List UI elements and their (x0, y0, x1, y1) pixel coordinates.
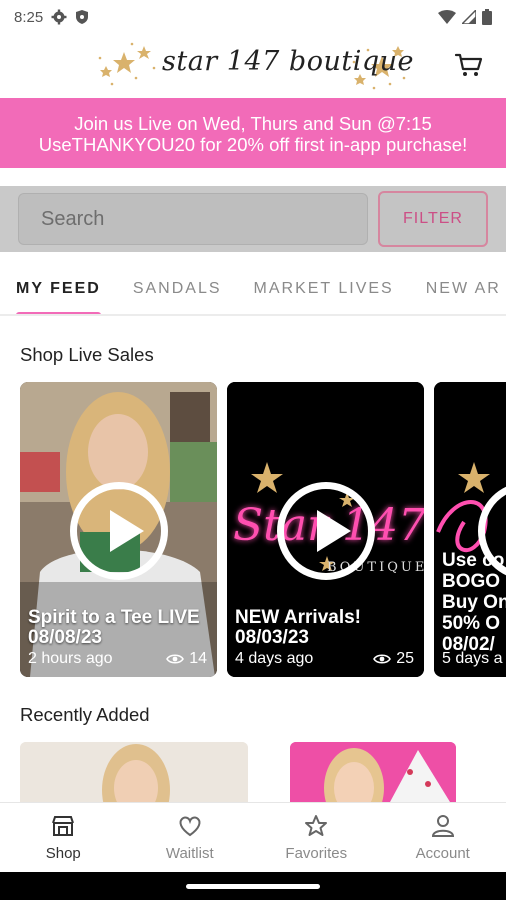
system-gesture-bar (0, 872, 506, 900)
live-card[interactable]: Spirit to a Tee LIVE 08/08/23 2 hours ag… (20, 382, 217, 677)
product-image (20, 742, 248, 802)
live-sales-heading: Shop Live Sales (20, 344, 154, 365)
home-gesture-handle[interactable] (186, 884, 320, 889)
search-input[interactable] (18, 193, 368, 245)
product-image (290, 742, 456, 802)
category-tabs: MY FEED SANDALS MARKET LIVES NEW AR (0, 262, 506, 316)
live-card[interactable]: Use co BOGO Buy On 50% O 08/02/ 5 days a (434, 382, 506, 677)
app-screen: 8:25 star 147 boutique Join us Live on W… (0, 0, 506, 900)
tab-market-lives[interactable]: MARKET LIVES (238, 262, 410, 314)
person-icon (431, 815, 454, 837)
eye-icon (373, 654, 392, 664)
nav-shop[interactable]: Shop (0, 803, 127, 872)
live-card-views: 14 (189, 650, 207, 667)
filter-button[interactable]: FILTER (378, 191, 488, 247)
play-button[interactable] (277, 482, 375, 580)
recently-added-carousel[interactable] (20, 742, 506, 802)
app-header: star 147 boutique (0, 34, 506, 98)
cart-icon (454, 53, 483, 76)
live-card-time: 4 days ago (235, 650, 314, 667)
nav-account-label: Account (415, 845, 470, 862)
heart-icon (179, 816, 201, 837)
cart-button[interactable] (454, 50, 484, 80)
live-card-title: NEW Arrivals! 08/03/23 (235, 607, 361, 648)
battery-icon (482, 9, 492, 25)
promo-line-1: Join us Live on Wed, Thurs and Sun @7:15 (74, 113, 432, 134)
star-icon (305, 815, 328, 836)
tab-new-arrivals[interactable]: NEW AR (410, 262, 506, 314)
nav-waitlist[interactable]: Waitlist (127, 803, 254, 872)
product-card[interactable] (20, 742, 248, 802)
live-card-title: Spirit to a Tee LIVE 08/08/23 (28, 607, 200, 648)
play-button[interactable] (70, 482, 168, 580)
nav-account[interactable]: Account (380, 803, 506, 872)
product-card[interactable] (290, 742, 456, 802)
live-card-title: Use co BOGO Buy On 50% O 08/02/ (442, 550, 506, 655)
live-sales-carousel[interactable]: Spirit to a Tee LIVE 08/08/23 2 hours ag… (20, 382, 506, 678)
shop-icon (52, 816, 75, 836)
shield-icon (76, 10, 89, 24)
nav-waitlist-label: Waitlist (165, 845, 214, 862)
search-bar: FILTER (0, 186, 506, 252)
tab-sandals[interactable]: SANDALS (117, 262, 238, 314)
live-card-meta: 5 days a (442, 650, 506, 668)
brand-logo[interactable]: star 147 boutique (92, 38, 414, 94)
tab-my-feed[interactable]: MY FEED (0, 262, 117, 314)
gear-icon (51, 9, 67, 25)
brand-name: star 147 boutique (162, 46, 414, 77)
promo-line-2: UseTHANKYOU20 for 20% off first in-app p… (38, 134, 468, 155)
wifi-icon (438, 10, 456, 24)
promo-banner: Join us Live on Wed, Thurs and Sun @7:15… (0, 98, 506, 168)
status-bar: 8:25 (0, 0, 506, 34)
live-card-meta: 4 days ago 25 (235, 650, 414, 668)
live-card-meta: 2 hours ago 14 (28, 650, 207, 668)
eye-icon (166, 654, 185, 664)
recently-added-heading: Recently Added (20, 704, 150, 725)
nav-favorites-label: Favorites (285, 845, 348, 862)
live-card-views: 25 (396, 650, 414, 667)
live-card[interactable]: Star 147 BOUTIQUE NEW Arrivals! 08/03/23… (227, 382, 424, 677)
live-card-time: 5 days a (442, 650, 503, 667)
nav-shop-label: Shop (45, 845, 81, 862)
live-card-time: 2 hours ago (28, 650, 113, 667)
status-time: 8:25 (14, 8, 44, 26)
signal-icon (462, 10, 476, 24)
nav-favorites[interactable]: Favorites (253, 803, 380, 872)
bottom-navigation: Shop Waitlist Favorites Account (0, 802, 506, 872)
